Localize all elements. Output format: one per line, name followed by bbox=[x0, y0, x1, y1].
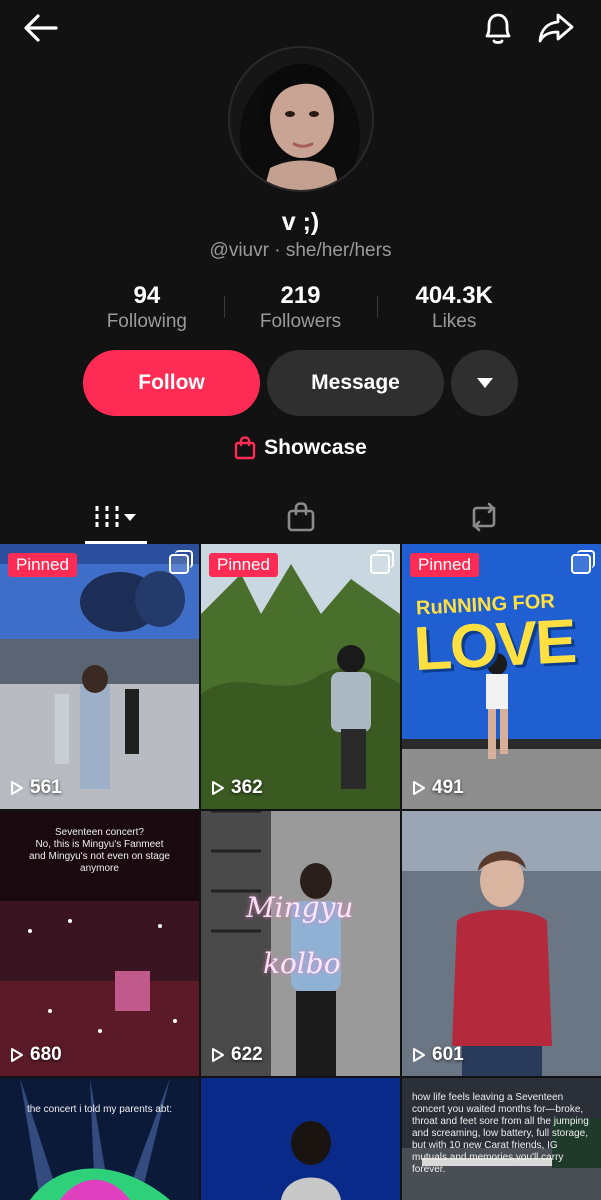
more-options-button[interactable] bbox=[451, 350, 518, 416]
play-icon bbox=[11, 781, 23, 795]
stat-label: Followers bbox=[259, 311, 342, 332]
stat-value: 404.3K bbox=[415, 282, 493, 309]
tab-reposts[interactable] bbox=[459, 490, 509, 544]
view-count-value: 601 bbox=[432, 1044, 464, 1065]
play-icon bbox=[11, 1048, 23, 1062]
notifications-button[interactable] bbox=[476, 8, 520, 48]
video-thumbnail[interactable]: Pinned 561 bbox=[0, 544, 199, 809]
play-icon bbox=[212, 1048, 224, 1062]
view-count: 601 bbox=[412, 1044, 464, 1066]
back-arrow-icon bbox=[24, 14, 58, 42]
video-thumbnail[interactable]: how life feels leaving a Seventeen conce… bbox=[402, 1078, 601, 1200]
stat-followers[interactable]: 219 Followers bbox=[223, 282, 378, 338]
stat-label: Likes bbox=[432, 311, 477, 332]
multi-photo-icon bbox=[169, 550, 193, 574]
video-thumbnail[interactable] bbox=[201, 1078, 400, 1200]
bell-icon bbox=[485, 13, 511, 44]
shopping-bag-icon bbox=[234, 436, 256, 460]
video-caption: how life feels leaving a Seventeen conce… bbox=[412, 1092, 589, 1175]
repost-icon bbox=[472, 502, 496, 532]
view-count: 561 bbox=[10, 777, 62, 799]
share-button[interactable] bbox=[534, 8, 578, 48]
view-count: 491 bbox=[412, 777, 464, 799]
back-button[interactable] bbox=[18, 8, 62, 48]
video-thumbnail[interactable]: the concert i told my parents abt: bbox=[0, 1078, 199, 1200]
stat-value: 94 bbox=[133, 282, 161, 309]
tab-videos[interactable] bbox=[85, 490, 147, 544]
stat-label: Following bbox=[106, 311, 187, 332]
video-caption: Seventeen concert? No, this is Mingyu's … bbox=[29, 827, 170, 874]
multi-photo-icon bbox=[370, 550, 394, 574]
pinned-badge: Pinned bbox=[209, 553, 278, 577]
video-thumbnail[interactable]: 601 bbox=[402, 811, 601, 1076]
share-arrow-icon bbox=[538, 13, 574, 43]
stat-following[interactable]: 94 Following bbox=[70, 282, 224, 338]
view-count-value: 561 bbox=[30, 777, 62, 798]
stat-likes[interactable]: 404.3K Likes bbox=[377, 282, 531, 338]
view-count: 680 bbox=[10, 1044, 62, 1066]
overlay-text: kolbo bbox=[263, 947, 341, 980]
view-count-value: 680 bbox=[30, 1044, 62, 1065]
showcase-link[interactable]: Showcase bbox=[0, 436, 601, 460]
pinned-badge: Pinned bbox=[8, 553, 77, 577]
performer-blue-stage-photo bbox=[201, 1078, 400, 1200]
tab-shop[interactable] bbox=[276, 490, 326, 544]
video-thumbnail[interactable]: RuNNING FOR LOVE Pinned 491 bbox=[402, 544, 601, 809]
username-pronouns: @viuvr · she/her/hers bbox=[209, 240, 392, 261]
play-icon bbox=[212, 781, 224, 795]
message-button[interactable]: Message bbox=[267, 350, 444, 416]
poster-headline-large: LOVE bbox=[412, 606, 577, 685]
follow-button[interactable]: Follow bbox=[83, 350, 260, 416]
play-icon bbox=[413, 1048, 425, 1062]
view-count-value: 622 bbox=[231, 1044, 263, 1065]
multi-photo-icon bbox=[571, 550, 595, 574]
video-thumbnail[interactable]: Pinned 362 bbox=[201, 544, 400, 809]
profile-stats: 94 Following 219 Followers 404.3K Likes bbox=[70, 282, 531, 338]
pinned-badge: Pinned bbox=[410, 553, 479, 577]
content-tabs bbox=[0, 490, 601, 544]
concert-venue-photo bbox=[0, 544, 199, 809]
shopping-bag-icon bbox=[287, 502, 315, 532]
view-count-value: 491 bbox=[432, 777, 464, 798]
avatar-photo bbox=[230, 48, 372, 190]
view-count: 362 bbox=[211, 777, 263, 799]
jungle-hike-photo bbox=[201, 544, 400, 809]
play-icon bbox=[413, 781, 425, 795]
video-caption: the concert i told my parents abt: bbox=[26, 1104, 173, 1115]
video-thumbnail[interactable]: Mingyu kolbo 622 bbox=[201, 811, 400, 1076]
video-thumbnail[interactable]: Seventeen concert? No, this is Mingyu's … bbox=[0, 811, 199, 1076]
grid-icon bbox=[95, 506, 136, 528]
showcase-label: Showcase bbox=[264, 436, 367, 459]
avatar[interactable] bbox=[228, 46, 374, 192]
overlay-text: Mingyu bbox=[246, 891, 354, 924]
view-count: 622 bbox=[211, 1044, 263, 1066]
stage-performer-photo bbox=[201, 811, 400, 1076]
caret-down-icon bbox=[476, 378, 493, 388]
performer-red-shirt-photo bbox=[402, 811, 601, 1076]
display-name: v ;) bbox=[281, 208, 320, 236]
stat-value: 219 bbox=[280, 282, 321, 309]
view-count-value: 362 bbox=[231, 777, 263, 798]
stage-lights-photo bbox=[0, 1078, 199, 1200]
